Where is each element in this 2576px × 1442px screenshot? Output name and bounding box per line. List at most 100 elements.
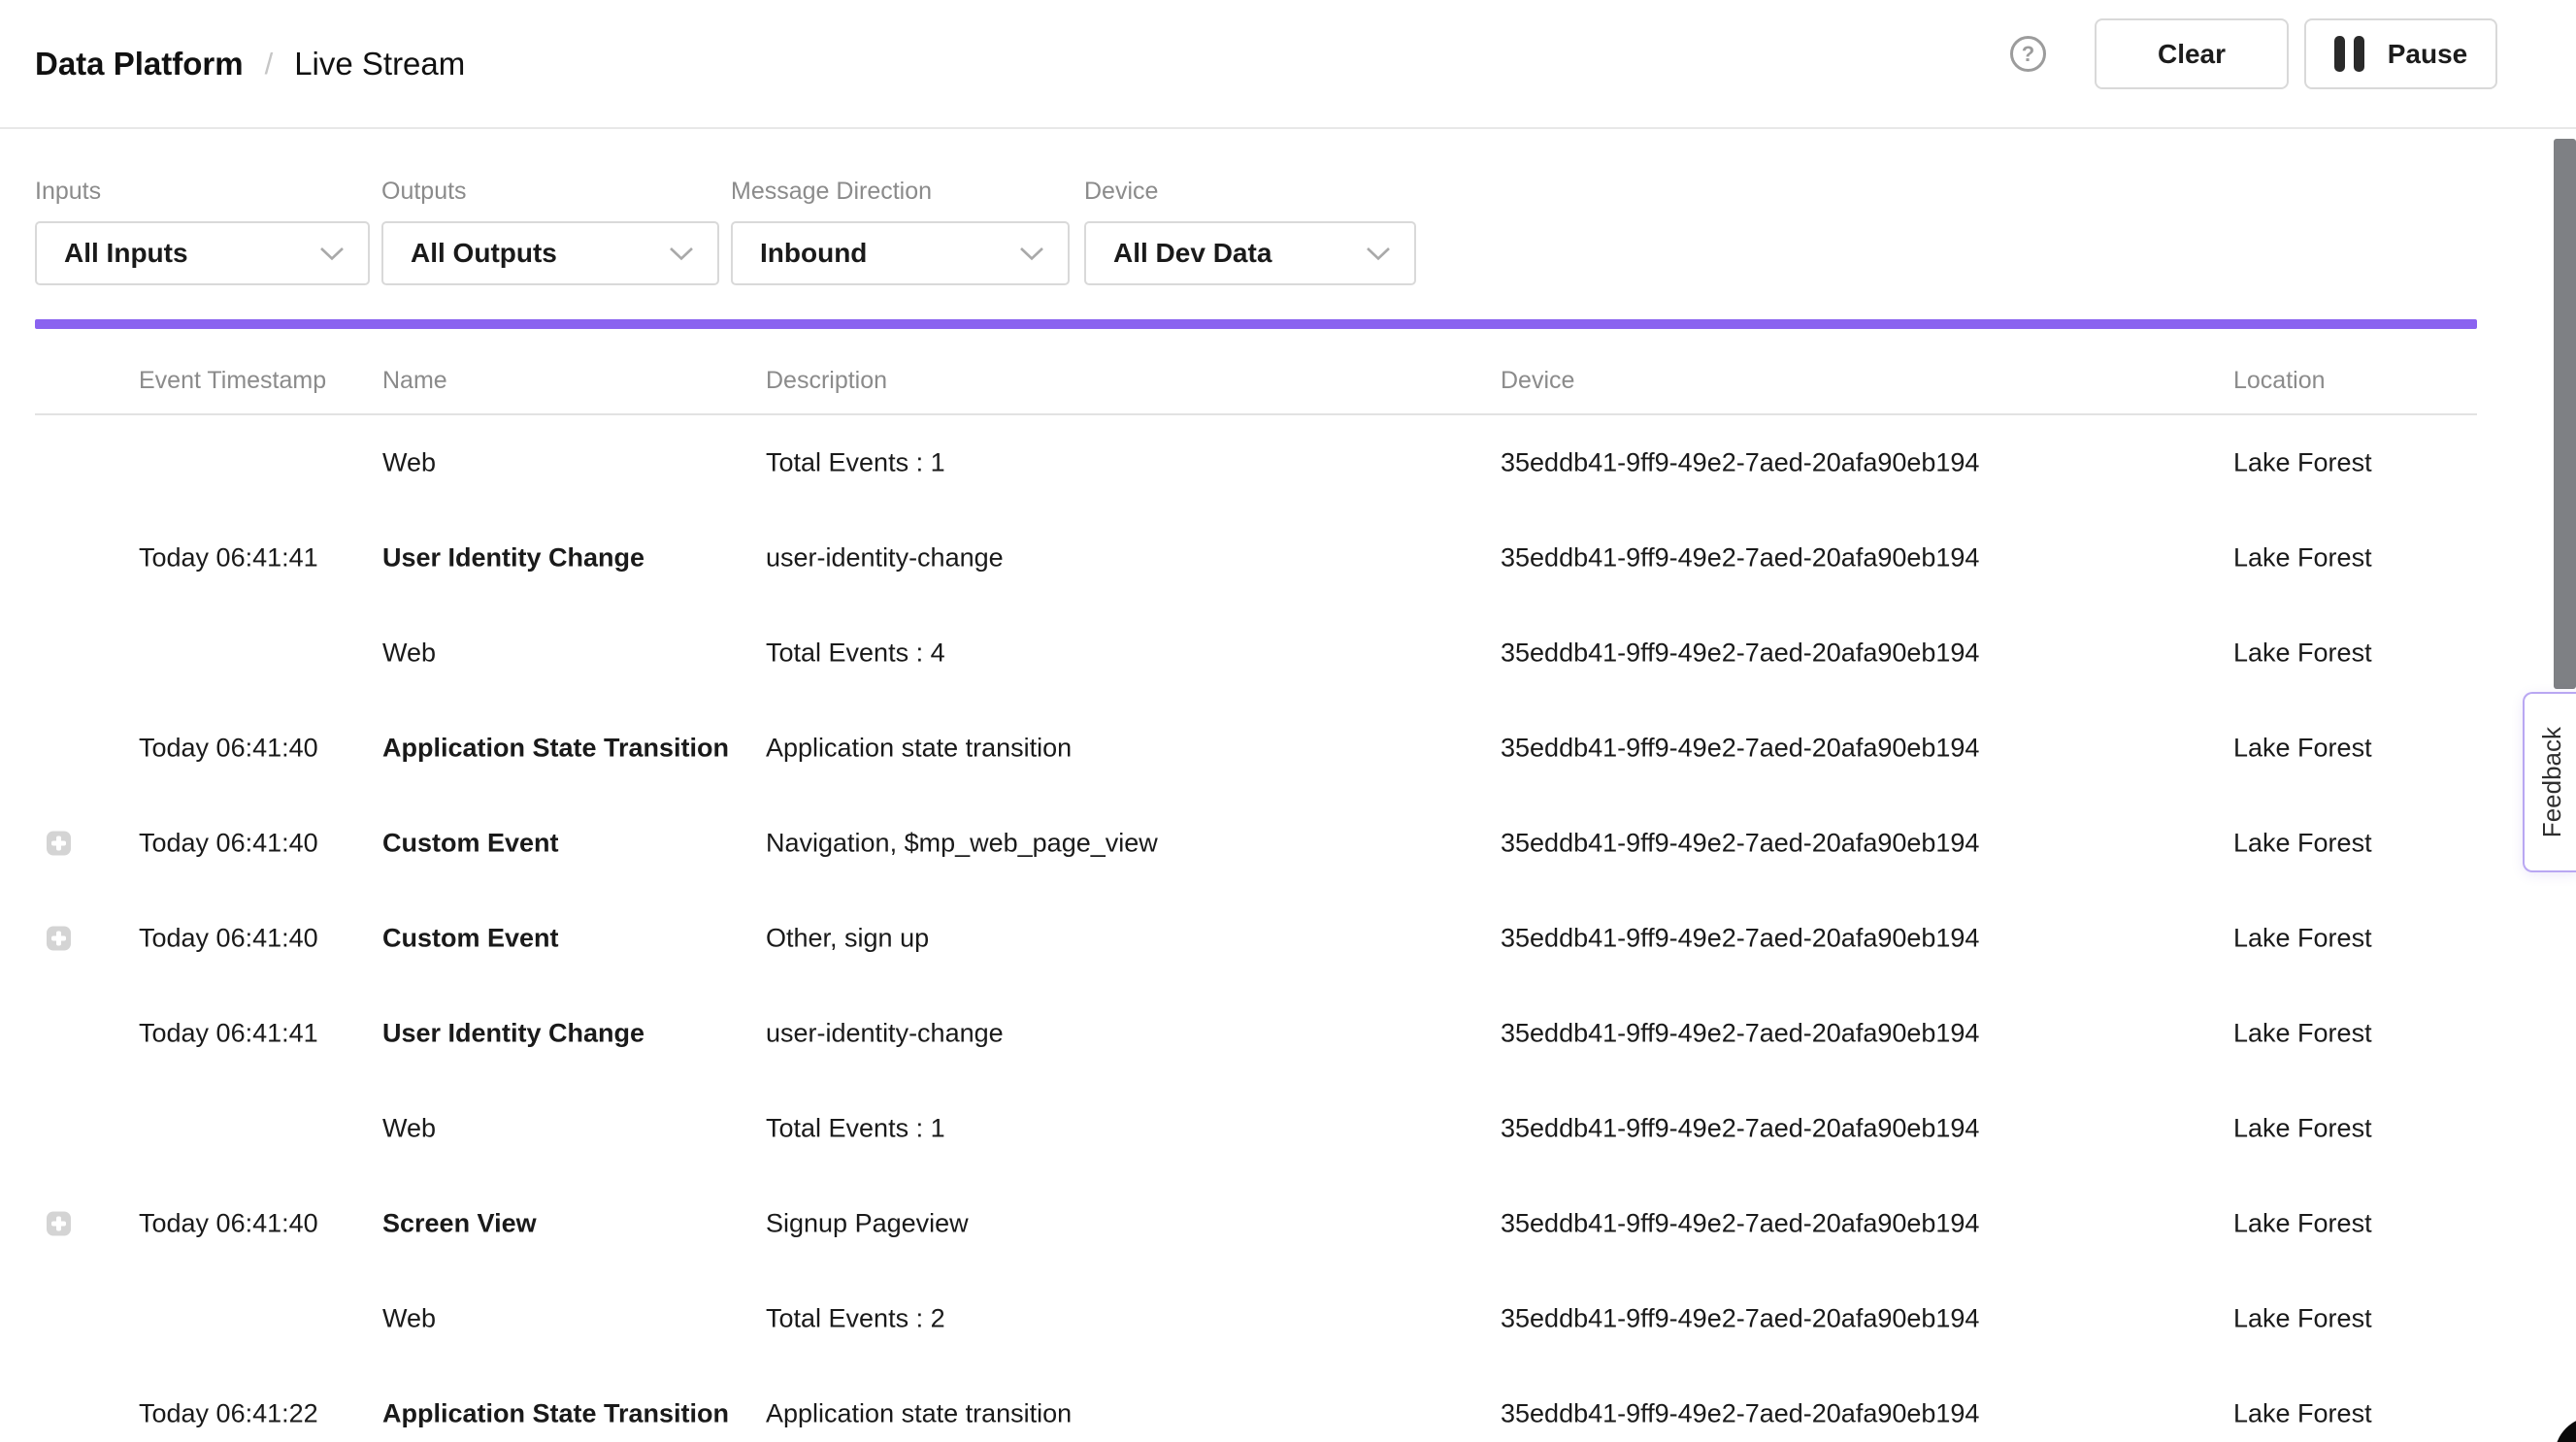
page-title: Live Stream bbox=[294, 46, 465, 82]
cell-description: Total Events : 1 bbox=[766, 1114, 945, 1144]
clear-button-label: Clear bbox=[2158, 39, 2226, 70]
cell-location: Lake Forest bbox=[2233, 639, 2372, 669]
cell-device: 35eddb41-9ff9-49e2-7aed-20afa90eb194 bbox=[1501, 1209, 1979, 1239]
cell-description: user-identity-change bbox=[766, 1019, 1004, 1049]
table-row[interactable]: Today 06:41:40 Custom Event Other, sign … bbox=[0, 891, 2576, 986]
accent-divider bbox=[35, 319, 2477, 329]
table-row[interactable]: Web Total Events : 2 35eddb41-9ff9-49e2-… bbox=[0, 1271, 2576, 1366]
column-header-name: Name bbox=[382, 367, 447, 395]
cell-description: Total Events : 4 bbox=[766, 639, 945, 669]
cell-name: Web bbox=[382, 639, 436, 669]
device-dropdown[interactable]: All Dev Data bbox=[1084, 221, 1416, 285]
direction-filter-label: Message Direction bbox=[731, 178, 932, 206]
help-icon[interactable]: ? bbox=[2010, 36, 2046, 72]
cell-description: user-identity-change bbox=[766, 543, 1004, 574]
column-header-description: Description bbox=[766, 367, 887, 395]
cell-device: 35eddb41-9ff9-49e2-7aed-20afa90eb194 bbox=[1501, 924, 1979, 954]
cell-location: Lake Forest bbox=[2233, 1019, 2372, 1049]
cell-location: Lake Forest bbox=[2233, 1304, 2372, 1334]
cell-timestamp: Today 06:41:40 bbox=[139, 1209, 318, 1239]
cell-device: 35eddb41-9ff9-49e2-7aed-20afa90eb194 bbox=[1501, 1019, 1979, 1049]
cell-device: 35eddb41-9ff9-49e2-7aed-20afa90eb194 bbox=[1501, 448, 1979, 478]
cell-description: Application state transition bbox=[766, 1399, 1072, 1429]
breadcrumb: Data Platform / Live Stream bbox=[35, 0, 465, 127]
device-filter-label: Device bbox=[1084, 178, 1158, 206]
clear-button[interactable]: Clear bbox=[2095, 18, 2289, 89]
cell-name: Custom Event bbox=[382, 924, 559, 954]
cell-description: Other, sign up bbox=[766, 924, 929, 954]
table-body: Web Total Events : 1 35eddb41-9ff9-49e2-… bbox=[0, 415, 2576, 1442]
inputs-dropdown[interactable]: All Inputs bbox=[35, 221, 370, 285]
cell-location: Lake Forest bbox=[2233, 924, 2372, 954]
table-row[interactable]: Today 06:41:22 Application State Transit… bbox=[0, 1366, 2576, 1442]
cell-name: Application State Transition bbox=[382, 734, 729, 764]
cell-location: Lake Forest bbox=[2233, 543, 2372, 574]
direction-dropdown-value: Inbound bbox=[760, 238, 867, 269]
cell-device: 35eddb41-9ff9-49e2-7aed-20afa90eb194 bbox=[1501, 829, 1979, 859]
device-dropdown-value: All Dev Data bbox=[1113, 238, 1271, 269]
cell-name: User Identity Change bbox=[382, 543, 644, 574]
expand-plus-icon[interactable] bbox=[47, 832, 71, 856]
inputs-dropdown-value: All Inputs bbox=[64, 238, 188, 269]
cell-name: User Identity Change bbox=[382, 1019, 644, 1049]
cell-device: 35eddb41-9ff9-49e2-7aed-20afa90eb194 bbox=[1501, 1304, 1979, 1334]
cell-name: Web bbox=[382, 448, 436, 478]
direction-dropdown[interactable]: Inbound bbox=[731, 221, 1070, 285]
pause-button-label: Pause bbox=[2388, 39, 2468, 70]
cell-location: Lake Forest bbox=[2233, 1114, 2372, 1144]
cell-location: Lake Forest bbox=[2233, 829, 2372, 859]
cell-timestamp: Today 06:41:40 bbox=[139, 734, 318, 764]
breadcrumb-section[interactable]: Data Platform bbox=[35, 46, 244, 82]
cell-name: Web bbox=[382, 1114, 436, 1144]
cell-location: Lake Forest bbox=[2233, 448, 2372, 478]
cell-location: Lake Forest bbox=[2233, 1399, 2372, 1429]
feedback-tab[interactable]: Feedback bbox=[2523, 692, 2576, 872]
table-row[interactable]: Today 06:41:41 User Identity Change user… bbox=[0, 510, 2576, 606]
cell-description: Signup Pageview bbox=[766, 1209, 969, 1239]
outputs-filter-label: Outputs bbox=[381, 178, 467, 206]
cell-name: Web bbox=[382, 1304, 436, 1334]
cell-timestamp: Today 06:41:22 bbox=[139, 1399, 318, 1429]
column-header-event-timestamp: Event Timestamp bbox=[139, 367, 326, 395]
cell-timestamp: Today 06:41:40 bbox=[139, 924, 318, 954]
live-stream-page: Data Platform / Live Stream ? Clear Paus… bbox=[0, 0, 2576, 1442]
table-row[interactable]: Today 06:41:40 Application State Transit… bbox=[0, 701, 2576, 796]
cell-location: Lake Forest bbox=[2233, 1209, 2372, 1239]
table-row[interactable]: Web Total Events : 4 35eddb41-9ff9-49e2-… bbox=[0, 606, 2576, 701]
pause-button[interactable]: Pause bbox=[2304, 18, 2497, 89]
expand-plus-icon[interactable] bbox=[47, 927, 71, 951]
cell-timestamp: Today 06:41:41 bbox=[139, 1019, 318, 1049]
cell-name: Screen View bbox=[382, 1209, 537, 1239]
cell-device: 35eddb41-9ff9-49e2-7aed-20afa90eb194 bbox=[1501, 543, 1979, 574]
cell-location: Lake Forest bbox=[2233, 734, 2372, 764]
breadcrumb-separator: / bbox=[265, 47, 274, 82]
table-row[interactable]: Web Total Events : 1 35eddb41-9ff9-49e2-… bbox=[0, 1081, 2576, 1176]
cell-device: 35eddb41-9ff9-49e2-7aed-20afa90eb194 bbox=[1501, 1399, 1979, 1429]
chevron-down-icon bbox=[669, 246, 694, 261]
expand-plus-icon[interactable] bbox=[47, 1212, 71, 1236]
page-header: Data Platform / Live Stream ? Clear Paus… bbox=[0, 0, 2576, 129]
column-header-location: Location bbox=[2233, 367, 2326, 395]
inputs-filter-label: Inputs bbox=[35, 178, 101, 206]
chevron-down-icon bbox=[319, 246, 345, 261]
cell-description: Total Events : 1 bbox=[766, 448, 945, 478]
cell-description: Application state transition bbox=[766, 734, 1072, 764]
table-row[interactable]: Today 06:41:40 Screen View Signup Pagevi… bbox=[0, 1176, 2576, 1271]
cell-name: Custom Event bbox=[382, 829, 559, 859]
cell-device: 35eddb41-9ff9-49e2-7aed-20afa90eb194 bbox=[1501, 734, 1979, 764]
cell-timestamp: Today 06:41:41 bbox=[139, 543, 318, 574]
vertical-scrollbar-thumb[interactable] bbox=[2554, 139, 2576, 689]
cell-device: 35eddb41-9ff9-49e2-7aed-20afa90eb194 bbox=[1501, 639, 1979, 669]
feedback-tab-label: Feedback bbox=[2537, 727, 2567, 837]
cell-description: Navigation, $mp_web_page_view bbox=[766, 829, 1158, 859]
column-header-device: Device bbox=[1501, 367, 1574, 395]
outputs-dropdown-value: All Outputs bbox=[411, 238, 557, 269]
chevron-down-icon bbox=[1366, 246, 1391, 261]
pause-icon bbox=[2334, 36, 2364, 72]
table-row[interactable]: Today 06:41:41 User Identity Change user… bbox=[0, 986, 2576, 1081]
chevron-down-icon bbox=[1019, 246, 1044, 261]
table-row[interactable]: Today 06:41:40 Custom Event Navigation, … bbox=[0, 796, 2576, 891]
table-row[interactable]: Web Total Events : 1 35eddb41-9ff9-49e2-… bbox=[0, 415, 2576, 510]
outputs-dropdown[interactable]: All Outputs bbox=[381, 221, 719, 285]
cell-name: Application State Transition bbox=[382, 1399, 729, 1429]
